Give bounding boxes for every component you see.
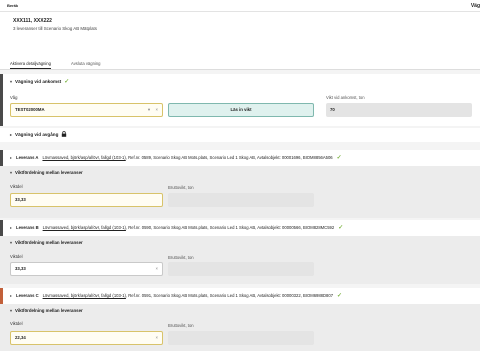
bruttovikt-field — [168, 193, 314, 207]
page-subtitle: 3 leveranser till Scenario Skog AB Mätpl… — [13, 26, 97, 31]
check-icon: ✓ — [336, 155, 342, 161]
clear-icon[interactable]: × — [155, 104, 158, 116]
leverans-a-viktfordelning: ▾ Viktfördelning mellan leveranser Viktd… — [0, 166, 480, 218]
page-title: XXX111, XXX222 — [13, 18, 52, 24]
leverans-b-header[interactable]: ▸ Leverans B Lövmassaved, björk/asp/al/ö… — [10, 224, 343, 231]
leverans-a-section: ▸ Leverans A Lövmassaved, björk/asp/al/ö… — [0, 150, 480, 218]
avgang-title: Vägning vid avgång — [15, 131, 59, 137]
check-icon: ✓ — [338, 225, 344, 231]
section-stripe — [0, 74, 3, 126]
leverans-b-name: Leverans B — [16, 225, 39, 230]
clear-icon[interactable]: × — [155, 263, 158, 275]
viktdel-label: Viktdel — [10, 254, 23, 259]
leverans-a-link[interactable]: Lövmassaved, björk/asp/al/övr, fallgd (1… — [42, 155, 125, 160]
leverans-c-viktfordelning: ▾ Viktfördelning mellan leveranser Viktd… — [0, 304, 480, 351]
leverans-b-info: , Ref.nr. 0590, Scenario Skog AB Mots.pl… — [125, 225, 335, 230]
chevron-down-icon: ▾ — [147, 107, 150, 112]
ankomst-section: ▾ Vägning vid ankomst ✓ Våg TEST02000MA … — [0, 74, 480, 126]
avgang-section: ▸ Vägning vid avgång — [0, 128, 480, 142]
tab-bar: Aktivera detaljvägning Avsluta vägning — [0, 52, 480, 70]
vikt-ankomst-value: 70 — [326, 103, 472, 117]
vag-select[interactable]: TEST02000MA ▾ × — [10, 103, 163, 117]
leverans-a-header[interactable]: ▸ Leverans A Lövmassaved, björk/asp/al/ö… — [10, 154, 342, 161]
page-header: XXX111, XXX222 3 leveranser till Scenari… — [0, 12, 480, 52]
clear-icon[interactable]: × — [155, 332, 158, 344]
chevron-right-icon: ▸ — [10, 293, 13, 298]
ankomst-title: Vägning vid ankomst — [15, 79, 62, 84]
viktdel-value: 22,34 — [15, 335, 26, 340]
check-icon: ✓ — [64, 79, 70, 85]
top-bar: Beräk Väg — [0, 0, 480, 12]
viktdel-value: 33,33 — [15, 266, 26, 271]
vag-label: Våg — [10, 95, 18, 100]
bruttovikt-field — [168, 331, 314, 345]
bruttovikt-label: Bruttovikt, ton — [168, 255, 194, 260]
chevron-down-icon: ▾ — [10, 308, 13, 313]
bruttovikt-label: Bruttovikt, ton — [168, 323, 194, 328]
chevron-right-icon: ▸ — [10, 225, 13, 230]
viktfordelning-header[interactable]: ▾ Viktfördelning mellan leveranser — [10, 240, 83, 245]
leverans-b-section: ▸ Leverans B Lövmassaved, björk/asp/al/ö… — [0, 220, 480, 284]
viktdel-input[interactable]: 22,34 × — [10, 331, 163, 345]
viktfordelning-header[interactable]: ▾ Viktfördelning mellan leveranser — [10, 308, 83, 313]
leverans-b-viktfordelning: ▾ Viktfördelning mellan leveranser Viktd… — [0, 236, 480, 284]
viktdel-input[interactable]: 33,33 × — [10, 262, 163, 276]
leverans-a-info: , Ref.nr. 0589, Scenario Skog AB Mots.pl… — [125, 155, 333, 160]
vag-select-value: TEST02000MA — [15, 107, 45, 112]
chevron-down-icon: ▾ — [10, 240, 13, 245]
lock-icon — [62, 131, 67, 137]
chevron-right-icon: ▸ — [10, 131, 13, 137]
tab-avsluta-vagning[interactable]: Avsluta vägning — [71, 61, 101, 68]
check-icon: ✓ — [337, 293, 343, 299]
viktfordelning-title: Viktfördelning mellan leveranser — [15, 170, 83, 175]
viktfordelning-title: Viktfördelning mellan leveranser — [15, 308, 83, 313]
bruttovikt-field — [168, 262, 314, 276]
top-bar-left-text: Beräk — [7, 3, 19, 8]
tab-aktivera-detaljvagning[interactable]: Aktivera detaljvägning — [10, 61, 51, 69]
chevron-right-icon: ▸ — [10, 155, 13, 160]
leverans-c-info: , Ref.nr. 0591, Scenario Skog AB Mots.pl… — [125, 293, 334, 298]
viktfordelning-title: Viktfördelning mellan leveranser — [15, 240, 83, 245]
avgang-header[interactable]: ▸ Vägning vid avgång — [10, 131, 67, 137]
ankomst-header[interactable]: ▾ Vägning vid ankomst ✓ — [10, 78, 69, 85]
bruttovikt-label: Bruttovikt, ton — [168, 185, 194, 190]
chevron-down-icon: ▾ — [10, 170, 13, 175]
viktdel-label: Viktdel — [10, 184, 23, 189]
vikt-ankomst-label: Vikt vid ankomst, ton — [326, 95, 365, 100]
las-in-vikt-button[interactable]: Läs in vikt — [168, 103, 314, 117]
viktdel-label: Viktdel — [10, 321, 23, 326]
viktdel-input[interactable]: 33,33 — [10, 193, 163, 207]
viktdel-value: 33,33 — [15, 197, 26, 202]
leverans-c-section: ▸ Leverans C Lövmassaved, björk/asp/al/ö… — [0, 288, 480, 351]
leverans-b-link[interactable]: Lövmassaved, björk/asp/al/övr, fallgd (1… — [43, 225, 126, 230]
leverans-c-name: Leverans C — [16, 293, 39, 298]
leverans-c-header[interactable]: ▸ Leverans C Lövmassaved, björk/asp/al/ö… — [10, 292, 342, 299]
chevron-down-icon: ▾ — [10, 79, 13, 84]
top-bar-right-text: Väg — [470, 3, 480, 9]
leverans-c-link[interactable]: Lövmassaved, björk/asp/al/övr, fallgd (1… — [43, 293, 126, 298]
viktfordelning-header[interactable]: ▾ Viktfördelning mellan leveranser — [10, 170, 83, 175]
leverans-a-name: Leverans A — [16, 155, 39, 160]
